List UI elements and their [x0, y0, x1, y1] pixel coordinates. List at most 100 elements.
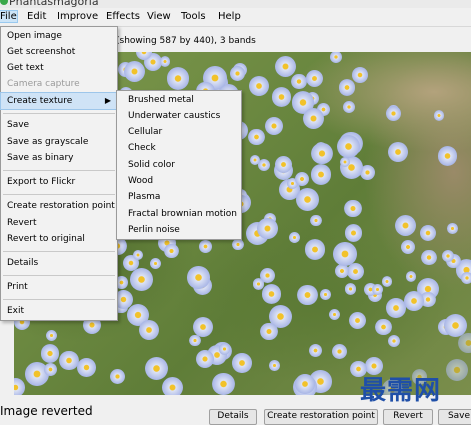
flower: [199, 240, 212, 253]
flower: [352, 67, 368, 83]
menu-item-exit[interactable]: Exit: [1, 303, 117, 319]
menu-item-get-screenshot[interactable]: Get screenshot: [1, 44, 117, 60]
flower: [295, 374, 315, 394]
save-button[interactable]: Save: [438, 409, 471, 425]
flower: [163, 243, 179, 259]
menu-item-revert-original[interactable]: Revert to original: [1, 231, 117, 247]
texture-underwater-caustics[interactable]: Underwater caustics: [117, 108, 241, 124]
menu-separator: [3, 113, 115, 114]
flower: [328, 309, 340, 321]
revert-button[interactable]: Revert: [383, 409, 433, 425]
app-icon: [0, 0, 8, 5]
flower: [232, 353, 252, 373]
menu-item-camera-capture: Camera capture: [7, 79, 80, 89]
menu-separator: [3, 251, 115, 252]
menu-item-save[interactable]: Save: [1, 117, 117, 133]
flower: [375, 318, 392, 336]
menu-separator: [3, 194, 115, 195]
menu-effects[interactable]: Effects: [106, 11, 140, 22]
image-info: (showing 587 by 440), 3 bands: [116, 36, 256, 46]
menu-tools[interactable]: Tools: [181, 11, 206, 22]
file-menu: Open image Get screenshot Get text Camer…: [0, 26, 118, 321]
flower: [305, 69, 323, 87]
texture-solid-color[interactable]: Solid color: [117, 157, 241, 173]
flower: [405, 271, 417, 282]
menu-file[interactable]: File: [0, 10, 18, 23]
flower: [433, 110, 444, 121]
menu-item-save-binary[interactable]: Save as binary: [1, 150, 117, 166]
texture-submenu: Brushed metal Underwater caustics Cellul…: [116, 90, 242, 240]
flower: [274, 155, 292, 174]
flower: [310, 214, 322, 227]
flower: [161, 376, 184, 395]
flower: [330, 52, 342, 63]
flower: [40, 344, 60, 363]
flower: [232, 238, 244, 251]
flower: [332, 343, 348, 359]
texture-perlin-noise[interactable]: Perlin noise: [117, 222, 241, 238]
menu-item-revert[interactable]: Revert: [1, 215, 117, 231]
flower: [387, 335, 400, 348]
texture-plasma[interactable]: Plasma: [117, 189, 241, 205]
menu-item-get-text[interactable]: Get text: [1, 60, 117, 76]
flower: [310, 164, 332, 185]
flower: [187, 266, 210, 289]
flower: [256, 218, 278, 240]
flower: [348, 311, 366, 329]
flower: [386, 105, 401, 121]
menu-improve[interactable]: Improve: [57, 11, 98, 22]
flower: [195, 349, 214, 368]
flower: [320, 289, 331, 300]
flower: [333, 242, 357, 266]
flower: [447, 223, 458, 234]
flower: [218, 343, 231, 355]
flower: [167, 67, 190, 90]
title-bar: Phantasmagoria: [0, 0, 471, 8]
menu-edit[interactable]: Edit: [27, 11, 46, 22]
menu-item-create-texture[interactable]: Create texture ▶: [0, 92, 118, 110]
menu-separator: [3, 299, 115, 300]
menu-view[interactable]: View: [147, 11, 171, 22]
flower: [441, 250, 454, 263]
texture-brushed-metal[interactable]: Brushed metal: [117, 92, 241, 108]
flower: [460, 271, 471, 285]
flower: [336, 134, 360, 158]
texture-wood[interactable]: Wood: [117, 173, 241, 189]
watermark: 最需网: [360, 376, 442, 406]
flower: [420, 225, 436, 242]
texture-cellular[interactable]: Cellular: [117, 124, 241, 140]
menu-item-export-flickr[interactable]: Export to Flickr: [1, 174, 117, 190]
menu-separator: [3, 275, 115, 276]
flower: [403, 290, 424, 311]
flower: [304, 239, 326, 260]
flower: [445, 358, 468, 381]
menu-item-details[interactable]: Details: [1, 255, 117, 271]
details-button[interactable]: Details: [209, 409, 257, 425]
flower: [344, 199, 362, 218]
menu-separator: [3, 170, 115, 171]
flower: [130, 268, 153, 292]
flower: [421, 249, 437, 266]
texture-check[interactable]: Check: [117, 140, 241, 156]
create-restoration-button[interactable]: Create restoration point: [264, 409, 378, 425]
menu-item-save-grayscale[interactable]: Save as grayscale: [1, 134, 117, 150]
flower: [385, 298, 406, 319]
flower: [289, 231, 301, 243]
flower: [77, 358, 97, 377]
menu-item-print[interactable]: Print: [1, 279, 117, 295]
flower: [269, 360, 280, 371]
menu-item-create-restoration[interactable]: Create restoration point: [1, 198, 117, 214]
flower: [296, 284, 318, 306]
menu-bar: File Edit Improve Effects View Tools Hel…: [0, 8, 471, 27]
flower: [150, 257, 161, 269]
menu-help[interactable]: Help: [218, 11, 241, 22]
menu-item-open-image[interactable]: Open image: [1, 28, 117, 44]
flower: [212, 372, 235, 395]
texture-fractal-brownian-motion[interactable]: Fractal brownian motion: [117, 206, 241, 222]
flower: [338, 79, 355, 96]
flower: [144, 356, 169, 381]
status-text: Image reverted: [0, 404, 93, 418]
flower: [342, 101, 355, 113]
submenu-arrow-icon: ▶: [104, 96, 111, 105]
flower: [311, 142, 333, 165]
